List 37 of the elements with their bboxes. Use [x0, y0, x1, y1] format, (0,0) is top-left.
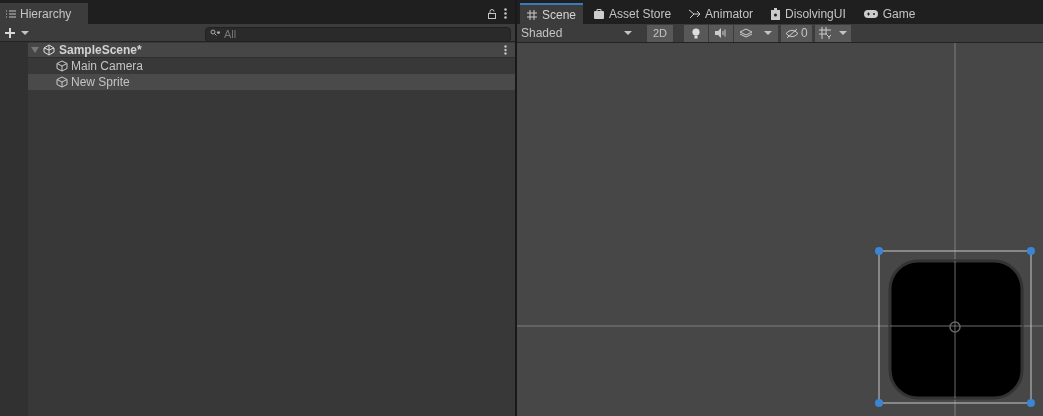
more-icon[interactable]: [504, 8, 507, 19]
search-icon: [210, 29, 220, 37]
fork-icon: [689, 8, 701, 19]
caret-icon: [764, 31, 773, 35]
hidden-objects-toggle[interactable]: 0: [781, 24, 812, 42]
hierarchy-item[interactable]: Main Camera: [28, 58, 515, 74]
hierarchy-item[interactable]: New Sprite: [28, 74, 515, 90]
grid-icon: [818, 27, 831, 39]
pivot-icon[interactable]: [949, 321, 961, 333]
list-icon: [6, 9, 16, 18]
grid-icon: [527, 9, 537, 20]
scene-row[interactable]: SampleScene*: [28, 43, 515, 58]
eye-slash-icon: [785, 28, 800, 38]
2d-toggle[interactable]: 2D: [647, 24, 674, 42]
speaker-icon: [715, 28, 728, 38]
view-tab[interactable]: Game: [856, 3, 923, 24]
cube-icon: [56, 76, 68, 88]
caret-icon: [624, 31, 632, 35]
gizmos-dropdown[interactable]: [814, 24, 851, 42]
layers-icon: [740, 28, 753, 38]
selection-rect[interactable]: [875, 247, 1035, 407]
gamepad-icon: [863, 9, 878, 18]
hierarchy-tab[interactable]: Hierarchy: [0, 3, 88, 24]
more-icon[interactable]: [504, 45, 507, 55]
view-tab[interactable]: DisolvingUI: [764, 3, 853, 24]
cube-icon: [56, 60, 68, 72]
device-icon: [771, 7, 781, 20]
caret-icon: [838, 31, 847, 35]
add-dropdown-icon[interactable]: [4, 26, 30, 39]
lock-icon[interactable]: [488, 9, 496, 19]
bag-icon: [594, 8, 605, 19]
view-tab[interactable]: Scene: [520, 3, 584, 24]
view-tab[interactable]: Asset Store: [587, 3, 679, 24]
search-field[interactable]: All: [205, 26, 511, 42]
view-tab[interactable]: Animator: [682, 3, 761, 24]
scene-name: SampleScene*: [59, 42, 143, 59]
bulb-icon: [692, 27, 701, 39]
